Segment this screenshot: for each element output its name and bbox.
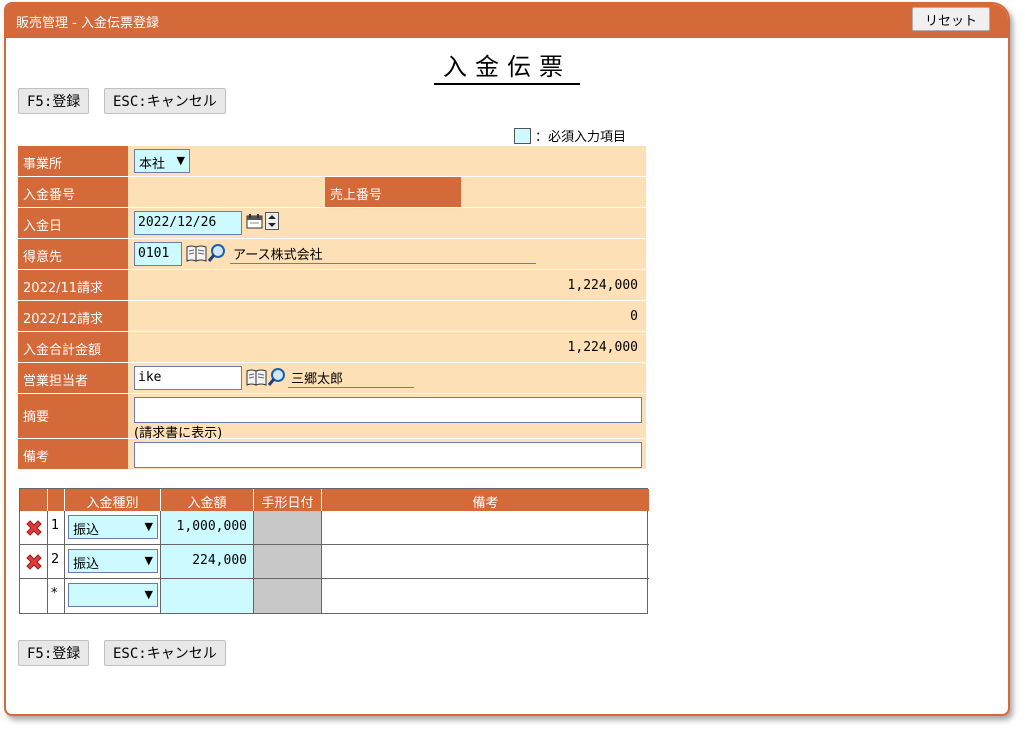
payment-detail-table: 入金種別 入金額 手形日付 備考 1 振込 ▼ 1,000,000 2 振込 ▼… — [19, 488, 649, 614]
payment-date-input[interactable]: 2022/12/26 — [134, 211, 242, 235]
required-legend-text: ：必須入力項目 — [535, 130, 627, 145]
form-row-payment-no: 入金番号 売上番号 — [18, 177, 646, 208]
billing-nov-label: 2022/11請求 — [18, 270, 128, 300]
book-icon[interactable] — [246, 368, 267, 386]
sales-rep-label: 営業担当者 — [18, 363, 128, 393]
payment-type-select[interactable]: ▼ — [68, 583, 158, 607]
bill-date-cell — [254, 579, 322, 613]
date-spinner-icon[interactable] — [265, 212, 279, 230]
office-select[interactable]: 本社 ▼ — [134, 149, 190, 173]
customer-name: アース株式会社 — [230, 242, 536, 264]
total-label: 入金合計金額 — [18, 332, 128, 362]
form-row-customer: 得意先 0101 アース株式会社 — [18, 239, 646, 270]
remarks-input[interactable] — [134, 442, 642, 468]
payment-form: 事業所 本社 ▼ 入金番号 売上番号 入金日 2022/12/26 得意先 01… — [18, 146, 646, 470]
form-row-remarks: 備考 — [18, 439, 646, 470]
chevron-down-icon: ▼ — [176, 154, 185, 167]
form-row-summary: 摘要 (請求書に表示) — [18, 394, 646, 441]
amount-cell[interactable]: 224,000 — [192, 553, 247, 568]
reset-button[interactable]: リセット — [912, 7, 990, 31]
form-row-sales-rep: 営業担当者 ike 三郷太郎 — [18, 363, 646, 394]
row-no: 2 — [48, 545, 65, 579]
payment-type-value: 振込 — [73, 557, 100, 572]
payment-type-select[interactable]: 振込 ▼ — [68, 549, 158, 573]
sales-no-label: 売上番号 — [325, 177, 461, 207]
payment-type-value: 振込 — [73, 523, 100, 538]
amount-cell[interactable]: 1,000,000 — [177, 519, 247, 534]
cancel-button-bottom[interactable]: ESC:キャンセル — [104, 640, 226, 666]
required-swatch — [514, 128, 531, 144]
form-row-total: 入金合計金額 1,224,000 — [18, 332, 646, 363]
form-row-payment-date: 入金日 2022/12/26 — [18, 208, 646, 239]
payment-no-label: 入金番号 — [18, 177, 128, 207]
note-cell[interactable] — [322, 579, 649, 613]
row-no: 1 — [48, 511, 65, 545]
delete-icon[interactable] — [24, 552, 44, 572]
office-label: 事業所 — [18, 146, 128, 176]
header-note: 備考 — [322, 489, 649, 511]
calendar-icon[interactable] — [246, 213, 264, 229]
note-cell[interactable] — [322, 511, 649, 545]
remarks-label: 備考 — [18, 439, 128, 469]
header-payment-type: 入金種別 — [65, 489, 161, 511]
title-bar: 販売管理 - 入金伝票登録 リセット — [6, 4, 1008, 38]
register-button-bottom[interactable]: F5:登録 — [18, 640, 90, 666]
customer-code-input[interactable]: 0101 — [134, 242, 182, 266]
note-cell[interactable] — [322, 545, 649, 579]
chevron-down-icon: ▼ — [144, 554, 153, 567]
register-button[interactable]: F5:登録 — [18, 88, 90, 114]
search-icon[interactable] — [267, 367, 287, 387]
header-delete — [20, 489, 48, 511]
page-title: 入金伝票 — [434, 52, 580, 85]
form-row-office: 事業所 本社 ▼ — [18, 146, 646, 177]
bill-date-cell — [254, 511, 322, 545]
window-title: 販売管理 - 入金伝票登録 — [16, 16, 159, 31]
chevron-down-icon: ▼ — [144, 520, 153, 533]
header-bill-date: 手形日付 — [254, 489, 322, 511]
bill-date-cell — [254, 545, 322, 579]
form-row-billing-nov: 2022/11請求 1,224,000 — [18, 270, 646, 301]
customer-label: 得意先 — [18, 239, 128, 269]
header-amount: 入金額 — [161, 489, 254, 511]
payment-date-label: 入金日 — [18, 208, 128, 238]
sales-rep-name: 三郷太郎 — [288, 366, 414, 388]
total-value: 1,224,000 — [567, 340, 638, 355]
summary-label: 摘要 — [18, 394, 128, 438]
search-icon[interactable] — [207, 243, 227, 263]
summary-input[interactable] — [134, 397, 642, 423]
form-row-billing-dec: 2022/12請求 0 — [18, 301, 646, 332]
delete-icon[interactable] — [24, 518, 44, 538]
book-icon[interactable] — [186, 244, 207, 262]
header-no — [48, 489, 65, 511]
cancel-button[interactable]: ESC:キャンセル — [104, 88, 226, 114]
chevron-down-icon: ▼ — [144, 588, 153, 601]
payment-type-select[interactable]: 振込 ▼ — [68, 515, 158, 539]
billing-nov-value: 1,224,000 — [567, 278, 638, 293]
office-select-value: 本社 — [139, 157, 166, 172]
billing-dec-label: 2022/12請求 — [18, 301, 128, 331]
sales-rep-code-input[interactable]: ike — [134, 366, 242, 390]
required-legend: ：必須入力項目 — [514, 126, 626, 145]
row-no: * — [48, 579, 65, 613]
billing-dec-value: 0 — [630, 309, 638, 324]
main-window: 販売管理 - 入金伝票登録 リセット 入金伝票 F5:登録 ESC:キャンセル … — [4, 2, 1010, 716]
